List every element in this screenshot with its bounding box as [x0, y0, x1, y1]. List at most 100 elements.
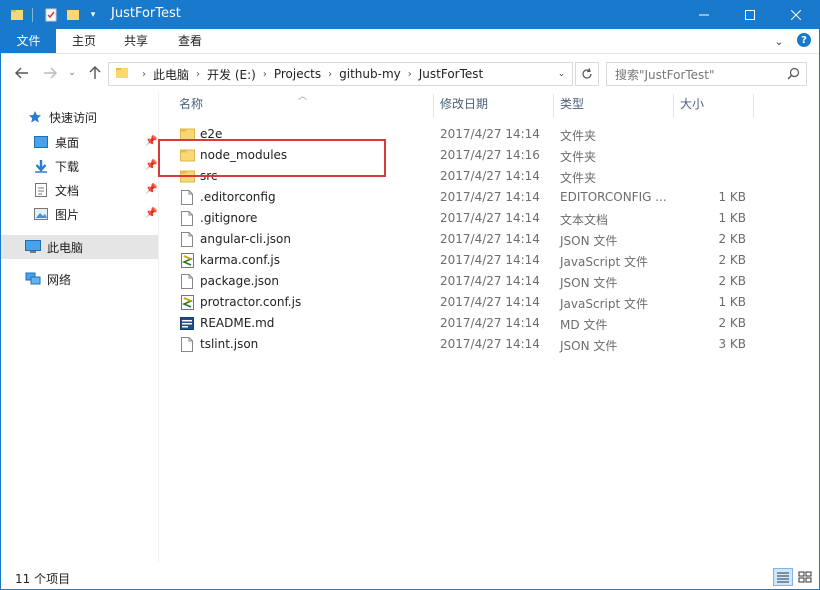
expand-ribbon-icon[interactable]: ⌄: [771, 33, 787, 49]
breadcrumb-this-pc[interactable]: 此电脑: [153, 66, 189, 83]
details-view-button[interactable]: [773, 568, 793, 586]
chevron-right-icon[interactable]: ›: [196, 69, 200, 80]
download-icon: [33, 158, 49, 174]
nav-item-pictures[interactable]: 图片: [33, 203, 79, 225]
file-date: 2017/4/27 14:14: [440, 295, 540, 309]
column-header-date[interactable]: 修改日期: [440, 92, 488, 118]
file-row[interactable]: angular-cli.json 2017/4/27 14:14 JSON 文件 2 …: [161, 228, 761, 249]
minimize-button[interactable]: [681, 1, 727, 29]
folder-icon[interactable]: [7, 5, 27, 25]
file-row[interactable]: .editorconfig 2017/4/27 14:14 EDITORCONFIG…: [161, 186, 761, 207]
file-name: .editorconfig: [200, 190, 276, 204]
star-icon: [27, 109, 43, 125]
properties-icon[interactable]: [41, 5, 61, 25]
explorer-window: ▾ JustForTest 文件 主页 共享 查看 ⌄ ? ⌄ › 此电脑 › …: [0, 0, 820, 590]
file-name-cell[interactable]: tslint.json: [179, 336, 258, 352]
column-header-name[interactable]: 名称: [179, 92, 203, 118]
help-icon[interactable]: ?: [797, 33, 811, 47]
file-row[interactable]: tslint.json 2017/4/27 14:14 JSON 文件 3 KB: [161, 333, 761, 354]
nav-quick-access-label: 快速访问: [49, 110, 98, 125]
address-dropdown-icon[interactable]: ⌄: [550, 63, 572, 85]
file-name-cell[interactable]: .gitignore: [179, 210, 257, 226]
column-divider[interactable]: [673, 94, 674, 118]
nav-item-label: 文档: [55, 183, 80, 198]
up-button[interactable]: [86, 64, 104, 82]
breadcrumb-drive[interactable]: 开发 (E:): [207, 66, 256, 83]
nav-item-network[interactable]: 网络: [25, 268, 71, 290]
file-type: JSON 文件: [560, 339, 618, 353]
nav-item-downloads[interactable]: 下载: [33, 155, 79, 177]
tab-file[interactable]: 文件: [1, 29, 56, 53]
nav-item-label: 下载: [55, 159, 80, 174]
pin-icon[interactable]: 📌: [145, 208, 157, 219]
customize-quick-access-icon[interactable]: ▾: [83, 5, 103, 25]
file-row[interactable]: README.md 2017/4/27 14:14 MD 文件 2 KB: [161, 312, 761, 333]
column-header-type[interactable]: 类型: [560, 92, 584, 118]
file-name-cell[interactable]: .editorconfig: [179, 189, 276, 205]
file-type: 文件夹: [560, 129, 597, 143]
file-size: 3 KB: [718, 337, 746, 351]
chevron-right-icon[interactable]: ›: [263, 69, 267, 80]
file-name: karma.conf.js: [200, 253, 280, 267]
file-date: 2017/4/27 14:14: [440, 211, 540, 225]
nav-item-desktop[interactable]: 桌面: [33, 131, 79, 153]
file-name: tslint.json: [200, 337, 259, 351]
search-icon[interactable]: [787, 67, 800, 83]
breadcrumb-justfortest[interactable]: JustForTest: [419, 67, 483, 81]
picture-icon: [33, 206, 49, 222]
chevron-right-icon[interactable]: ›: [328, 69, 332, 80]
forward-button[interactable]: [41, 64, 59, 82]
file-type: 文件夹: [560, 171, 597, 185]
breadcrumb-projects[interactable]: Projects: [274, 67, 321, 81]
nav-item-this-pc[interactable]: 此电脑: [25, 236, 83, 258]
refresh-button[interactable]: [575, 62, 599, 86]
nav-item-documents[interactable]: 文档: [33, 179, 79, 201]
column-divider[interactable]: [753, 94, 754, 118]
breadcrumb-github-my[interactable]: github-my: [339, 67, 401, 81]
file-name-cell[interactable]: package.json: [179, 273, 279, 289]
nav-quick-access[interactable]: 快速访问: [27, 106, 97, 128]
file-size: 1 KB: [718, 295, 746, 309]
file-row[interactable]: karma.conf.js 2017/4/27 14:14 JavaScript 文…: [161, 249, 761, 270]
file-size: 2 KB: [718, 253, 746, 267]
column-divider[interactable]: [553, 94, 554, 118]
tab-share[interactable]: 共享: [115, 29, 157, 53]
file-date: 2017/4/27 14:14: [440, 253, 540, 267]
file-row[interactable]: package.json 2017/4/27 14:14 JSON 文件 2 KB: [161, 270, 761, 291]
breadcrumb: › 此电脑 › 开发 (E:) › Projects › github-my ›…: [135, 66, 483, 83]
column-header-size[interactable]: 大小: [680, 92, 704, 118]
navigation-pane: 快速访问 桌面 📌 下载 📌 文档 📌 图片 📌 此电脑 网络: [1, 92, 158, 562]
file-name-cell[interactable]: angular-cli.json: [179, 231, 291, 247]
file-row[interactable]: .gitignore 2017/4/27 14:14 文本文档 1 KB: [161, 207, 761, 228]
file-name-cell[interactable]: README.md: [179, 315, 274, 331]
item-count: 11 个项目: [15, 572, 71, 586]
tab-home[interactable]: 主页: [63, 29, 105, 53]
pin-icon[interactable]: 📌: [145, 184, 157, 195]
close-button[interactable]: [773, 1, 819, 29]
file-row[interactable]: protractor.conf.js 2017/4/27 14:14 JavaScr…: [161, 291, 761, 312]
file-name: package.json: [200, 274, 280, 288]
file-name-cell[interactable]: protractor.conf.js: [179, 294, 301, 310]
document-icon: [33, 182, 49, 198]
search-input[interactable]: 搜索"JustForTest": [606, 62, 807, 86]
file-type: MD 文件: [560, 318, 608, 332]
new-folder-icon[interactable]: [63, 5, 83, 25]
address-bar[interactable]: › 此电脑 › 开发 (E:) › Projects › github-my ›…: [108, 62, 573, 86]
back-button[interactable]: [13, 64, 31, 82]
maximize-button[interactable]: [727, 1, 773, 29]
pin-icon[interactable]: 📌: [145, 136, 157, 147]
file-date: 2017/4/27 14:14: [440, 127, 540, 141]
file-type: 文本文档: [560, 213, 609, 227]
desktop-icon: [33, 134, 49, 150]
file-icon: [179, 210, 195, 226]
chevron-right-icon[interactable]: ›: [408, 69, 412, 80]
file-name-cell[interactable]: karma.conf.js: [179, 252, 280, 268]
file-date: 2017/4/27 14:14: [440, 274, 540, 288]
pin-icon[interactable]: 📌: [145, 160, 157, 171]
column-divider[interactable]: [433, 94, 434, 118]
file-type: EDITORCONFIG ...: [560, 190, 667, 204]
file-type: JSON 文件: [560, 234, 618, 248]
recent-locations-icon[interactable]: ⌄: [63, 64, 81, 82]
large-icons-view-button[interactable]: [795, 568, 815, 586]
tab-view[interactable]: 查看: [169, 29, 211, 53]
